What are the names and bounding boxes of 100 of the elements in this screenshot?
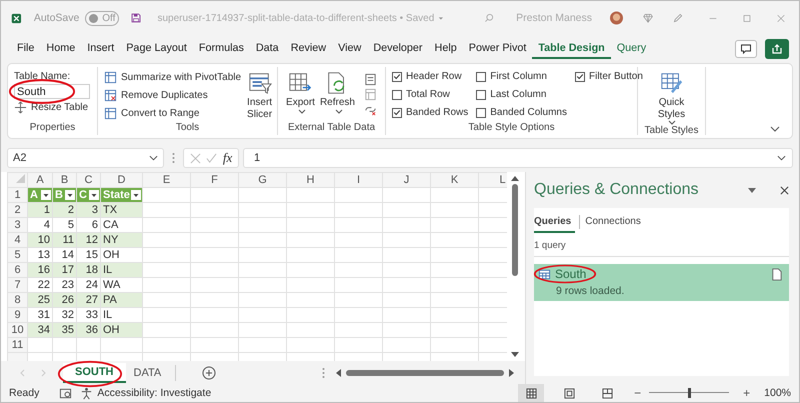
- filter-dropdown-icon[interactable]: [65, 190, 75, 200]
- option-checkbox[interactable]: First Column: [476, 71, 567, 82]
- ribbon-tab[interactable]: Insert: [81, 39, 120, 59]
- tool-button[interactable]: Convert to Range: [104, 107, 242, 120]
- row-header[interactable]: 3: [8, 218, 28, 232]
- save-icon[interactable]: [131, 11, 142, 25]
- ribbon-tab[interactable]: Query: [610, 39, 652, 59]
- row-header[interactable]: 8: [8, 292, 28, 308]
- ribbon-tab[interactable]: View: [332, 39, 368, 59]
- row-header[interactable]: 2: [8, 202, 28, 218]
- insert-function-button[interactable]: fx: [222, 150, 232, 166]
- properties-icon[interactable]: [364, 73, 377, 86]
- checkbox[interactable]: [392, 72, 402, 82]
- checkbox[interactable]: [476, 108, 486, 118]
- column-header[interactable]: F: [190, 172, 238, 188]
- export-button[interactable]: Export: [286, 71, 315, 122]
- avatar[interactable]: [610, 9, 623, 27]
- scroll-down-icon[interactable]: [511, 352, 519, 358]
- column-header[interactable]: A: [28, 172, 52, 188]
- vertical-scrollbar-thumb[interactable]: [512, 184, 518, 276]
- column-header[interactable]: B: [52, 172, 76, 188]
- filter-dropdown-icon[interactable]: [41, 190, 51, 200]
- column-header[interactable]: I: [334, 172, 382, 188]
- zoom-out-button[interactable]: −: [634, 386, 642, 400]
- checkbox[interactable]: [476, 72, 486, 82]
- filter-dropdown-icon[interactable]: [89, 190, 99, 200]
- zoom-slider[interactable]: [649, 388, 730, 398]
- diamond-icon[interactable]: [642, 11, 654, 25]
- row-header[interactable]: 9: [8, 308, 28, 322]
- close-icon[interactable]: [780, 186, 789, 194]
- name-box[interactable]: A2: [7, 148, 164, 168]
- checkbox[interactable]: [476, 90, 486, 100]
- row-header[interactable]: 4: [8, 232, 28, 248]
- ribbon-tab[interactable]: Power Pivot: [462, 39, 532, 59]
- scroll-up-icon[interactable]: [511, 175, 519, 181]
- column-header[interactable]: H: [286, 172, 334, 188]
- filter-dropdown-icon[interactable]: [131, 190, 141, 200]
- checkbox[interactable]: [574, 72, 585, 82]
- query-item[interactable]: South 9 rows loaded.: [534, 264, 789, 301]
- ribbon-tab[interactable]: Help: [428, 39, 463, 59]
- zoom-slider-thumb[interactable]: [688, 388, 692, 398]
- column-header[interactable]: E: [142, 172, 190, 188]
- pen-icon[interactable]: [673, 11, 684, 25]
- row-header[interactable]: 11: [8, 338, 28, 352]
- column-header[interactable]: D: [100, 172, 142, 188]
- column-header[interactable]: G: [238, 172, 286, 188]
- column-header[interactable]: C: [76, 172, 100, 188]
- zoom-in-button[interactable]: +: [743, 386, 750, 400]
- formula-field[interactable]: 1: [243, 148, 793, 168]
- checkbox[interactable]: [392, 108, 402, 118]
- normal-view-button[interactable]: [518, 384, 544, 402]
- row-header[interactable]: 7: [8, 278, 28, 292]
- share-button[interactable]: [765, 39, 789, 59]
- pane-tab[interactable]: Queries: [534, 214, 576, 233]
- scroll-right-icon[interactable]: [509, 368, 515, 376]
- scroll-left-icon[interactable]: [335, 368, 341, 376]
- tool-button[interactable]: Summarize with PivotTable: [104, 71, 242, 84]
- add-sheet-icon[interactable]: [202, 366, 216, 380]
- checkbox[interactable]: [392, 90, 402, 100]
- row-header[interactable]: 5: [8, 248, 28, 262]
- option-checkbox[interactable]: Filter Button: [574, 71, 643, 82]
- accessibility-icon[interactable]: [80, 386, 94, 400]
- ribbon-tab[interactable]: Data: [250, 39, 285, 59]
- tool-button[interactable]: Remove Duplicates: [104, 89, 242, 102]
- comments-button[interactable]: [735, 40, 757, 58]
- macro-recording-icon[interactable]: [59, 386, 72, 400]
- column-header[interactable]: J: [382, 172, 430, 188]
- option-checkbox[interactable]: Total Row: [392, 89, 468, 100]
- zoom-level[interactable]: 100%: [764, 387, 791, 399]
- insert-slicer-button[interactable]: Insert Slicer: [247, 71, 272, 122]
- row-header[interactable]: 6: [8, 262, 28, 278]
- option-checkbox[interactable]: Banded Rows: [392, 107, 468, 118]
- resize-table-button[interactable]: Resize Table: [14, 101, 91, 114]
- dropdown-icon[interactable]: [748, 188, 756, 192]
- row-header[interactable]: 1: [8, 188, 28, 202]
- sheet-tab[interactable]: DATA: [126, 362, 170, 382]
- ribbon-tab[interactable]: Table Design: [532, 39, 611, 59]
- collapse-ribbon-icon[interactable]: [770, 126, 780, 132]
- horizontal-scrollbar-thumb[interactable]: [346, 370, 504, 376]
- chevron-icon[interactable]: [149, 155, 158, 161]
- column-header[interactable]: K: [430, 172, 478, 188]
- ribbon-tab[interactable]: File: [11, 39, 40, 59]
- ribbon-tab[interactable]: Page Layout: [120, 39, 193, 59]
- option-checkbox[interactable]: Header Row: [392, 71, 468, 82]
- quick-styles-button[interactable]: Quick Styles: [648, 71, 694, 125]
- row-header[interactable]: 10: [8, 322, 28, 338]
- ribbon-tab[interactable]: Formulas: [192, 39, 250, 59]
- option-checkbox[interactable]: Banded Columns: [476, 107, 567, 118]
- table-name-field[interactable]: South: [14, 84, 90, 99]
- ribbon-tab[interactable]: Home: [40, 39, 82, 59]
- refresh-button[interactable]: Refresh: [320, 71, 355, 122]
- checkmark-icon[interactable]: [206, 152, 218, 164]
- column-header[interactable]: L: [478, 172, 507, 188]
- ribbon-tab[interactable]: Review: [284, 39, 332, 59]
- option-checkbox[interactable]: Last Column: [476, 89, 567, 100]
- accessibility-status[interactable]: Accessibility: Investigate: [97, 387, 212, 399]
- ribbon-tab[interactable]: Developer: [367, 39, 429, 59]
- pane-tab[interactable]: Connections: [585, 214, 645, 233]
- table-cell: OH: [100, 322, 142, 338]
- expand-icon[interactable]: [777, 155, 786, 161]
